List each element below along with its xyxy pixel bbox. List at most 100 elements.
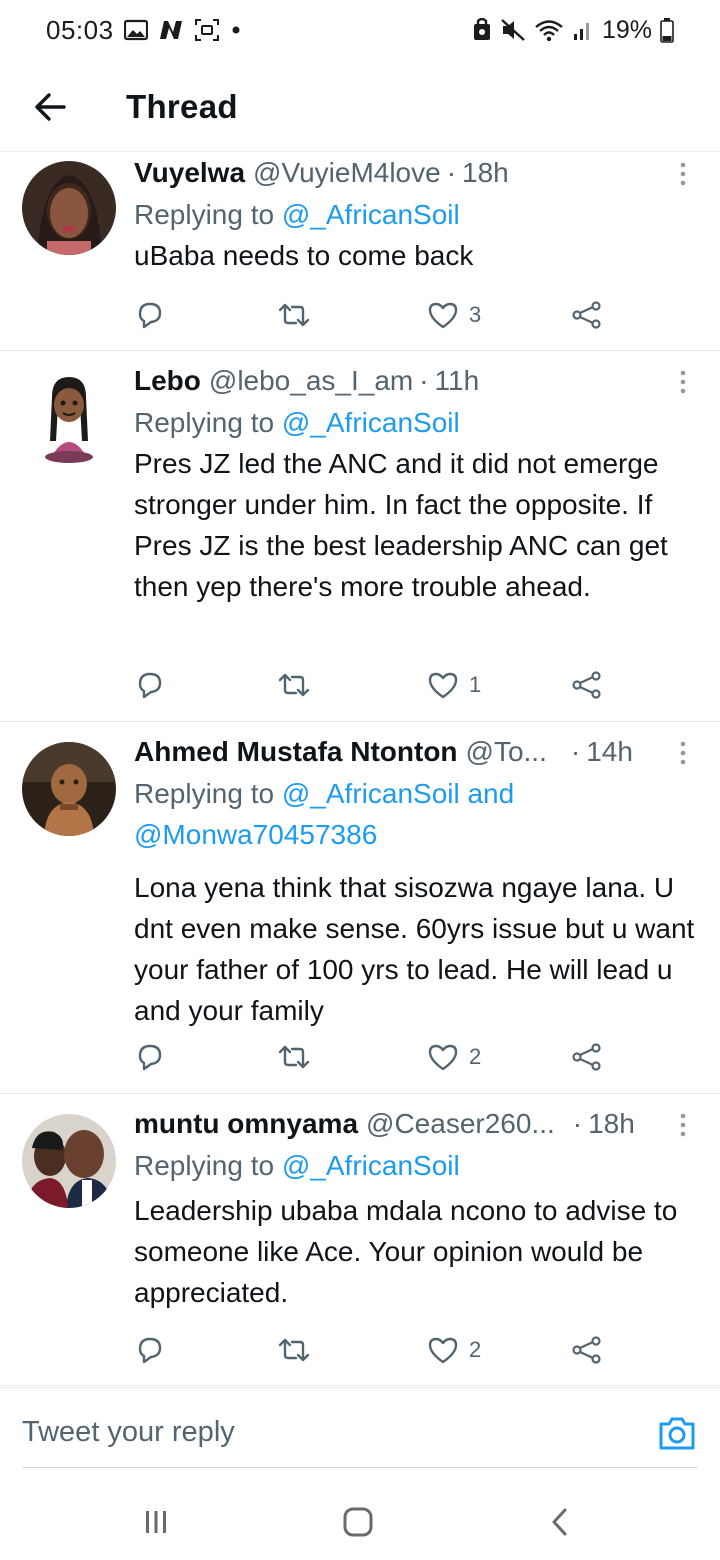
tweet-actions: 2 [134,1330,614,1370]
tweet-actions: 1 [134,665,614,705]
page-title: Thread [126,87,238,125]
replying-to: Replying to @_AfricanSoil and @Monwa7045… [134,773,574,855]
more-options-button[interactable] [668,157,698,191]
reply-button[interactable] [134,1037,166,1077]
more-options-button[interactable] [668,1108,698,1142]
separator-dot: · [419,365,429,396]
share-button[interactable] [571,665,603,705]
replying-to-link[interactable]: @_AfricanSoil [282,1150,460,1181]
separator-dot: · [570,736,581,767]
reply-underline [22,1467,698,1468]
like-button[interactable]: 2 [427,1330,481,1370]
tweet-text: Leadership ubaba mdala ncono to advise t… [134,1195,678,1308]
retweet-button[interactable] [277,295,311,335]
camera-button[interactable] [657,1414,697,1452]
retweet-icon [278,1045,310,1069]
back-button[interactable] [20,77,80,137]
tweet-text: Lona yena think that sisozwa ngaye lana.… [134,872,695,1026]
battery-percent: 19% [601,15,652,44]
system-navigation-bar [0,1480,720,1560]
replying-to: Replying to @_AfricanSoil [134,402,698,443]
reply-input[interactable]: Tweet your reply [22,1416,235,1449]
vertical-ellipsis-icon [680,162,686,186]
author-handle[interactable]: @lebo_as_I_am [209,365,413,397]
status-bar: 05:03 19% [0,0,720,60]
author-name[interactable]: Vuyelwa [134,157,245,189]
avatar[interactable] [22,371,116,465]
wifi-icon [534,18,564,42]
thread-feed[interactable]: Vuyelwa @VuyieM4love · 18h Replying to @… [0,153,720,1386]
tweet[interactable]: Vuyelwa @VuyieM4love · 18h Replying to @… [0,153,720,351]
separator-dot: · [572,1108,583,1139]
share-icon [572,671,601,699]
avatar[interactable] [22,1114,116,1208]
share-icon [572,1336,601,1364]
author-handle[interactable]: @To... [466,736,547,768]
like-count: 2 [469,1337,482,1362]
author-name[interactable]: Ahmed Mustafa Ntonton [134,736,458,768]
tweet-header: Ahmed Mustafa Ntonton @To... · 14h [134,732,698,772]
author-handle[interactable]: @Ceaser260... [366,1108,555,1140]
avatar[interactable] [22,742,116,836]
comment-icon [138,1044,162,1071]
more-options-button[interactable] [668,736,698,770]
retweet-icon [278,1338,310,1362]
tweet[interactable]: muntu omnyama @Ceaser260... · 18h Replyi… [0,1094,720,1386]
tweet-time: 14h [586,736,633,767]
reply-button[interactable] [134,1330,166,1370]
replying-to-link[interactable]: @_AfricanSoil [282,199,460,230]
author-name[interactable]: Lebo [134,365,201,397]
author-handle[interactable]: @VuyieM4love [253,157,441,189]
vertical-ellipsis-icon [680,370,686,394]
gallery-notification-icon [123,19,148,41]
vertical-ellipsis-icon [680,1113,686,1137]
retweet-button[interactable] [277,1330,311,1370]
tweet-header: Lebo @lebo_as_I_am · 11h [134,361,698,401]
recent-apps-button[interactable] [136,1502,176,1542]
share-button[interactable] [571,1330,603,1370]
tweet-time: 18h [588,1108,635,1139]
like-button[interactable]: 3 [427,295,481,335]
replying-prefix: Replying to [134,778,282,809]
more-options-button[interactable] [668,365,698,399]
retweet-icon [278,303,310,327]
tweet-time: 11h [434,365,480,396]
system-back-button[interactable] [540,1502,580,1542]
like-count: 1 [469,672,482,697]
home-button[interactable] [338,1502,378,1542]
chevron-left-icon [552,1508,567,1536]
replying-prefix: Replying to [134,407,282,438]
like-button[interactable]: 1 [427,665,481,705]
thread-header: Thread [0,62,720,152]
share-icon [572,301,601,329]
tweet-actions: 2 [134,1037,614,1077]
like-button[interactable]: 2 [427,1037,481,1077]
replying-prefix: Replying to [134,1150,282,1181]
tweet-header: muntu omnyama @Ceaser260... · 18h [134,1104,698,1144]
share-button[interactable] [571,295,603,335]
reply-button[interactable] [134,665,166,705]
tweet[interactable]: Ahmed Mustafa Ntonton @To... · 14h Reply… [0,722,720,1094]
retweet-button[interactable] [277,665,311,705]
heart-icon [428,672,458,699]
retweet-button[interactable] [277,1037,311,1077]
mute-icon [500,18,526,42]
tweet-text: Pres JZ led the ANC and it did not emerg… [134,448,668,602]
comment-icon [138,302,162,329]
tweet-text: uBaba needs to come back [134,240,474,271]
author-name[interactable]: muntu omnyama [134,1108,358,1140]
share-button[interactable] [571,1037,603,1077]
tweet-time: 18h [462,157,509,188]
like-count: 3 [469,302,482,327]
screenshot-icon [194,18,220,42]
data-saver-icon [472,18,492,42]
arrow-left-icon [35,92,66,121]
replying-to-link[interactable]: @_AfricanSoil [282,407,460,438]
share-icon [572,1043,601,1071]
comment-icon [138,1337,162,1364]
like-count: 2 [469,1044,482,1069]
reply-button[interactable] [134,295,166,335]
comment-icon [138,672,162,699]
tweet[interactable]: Lebo @lebo_as_I_am · 11h Replying to @_A… [0,351,720,722]
avatar[interactable] [22,161,116,255]
